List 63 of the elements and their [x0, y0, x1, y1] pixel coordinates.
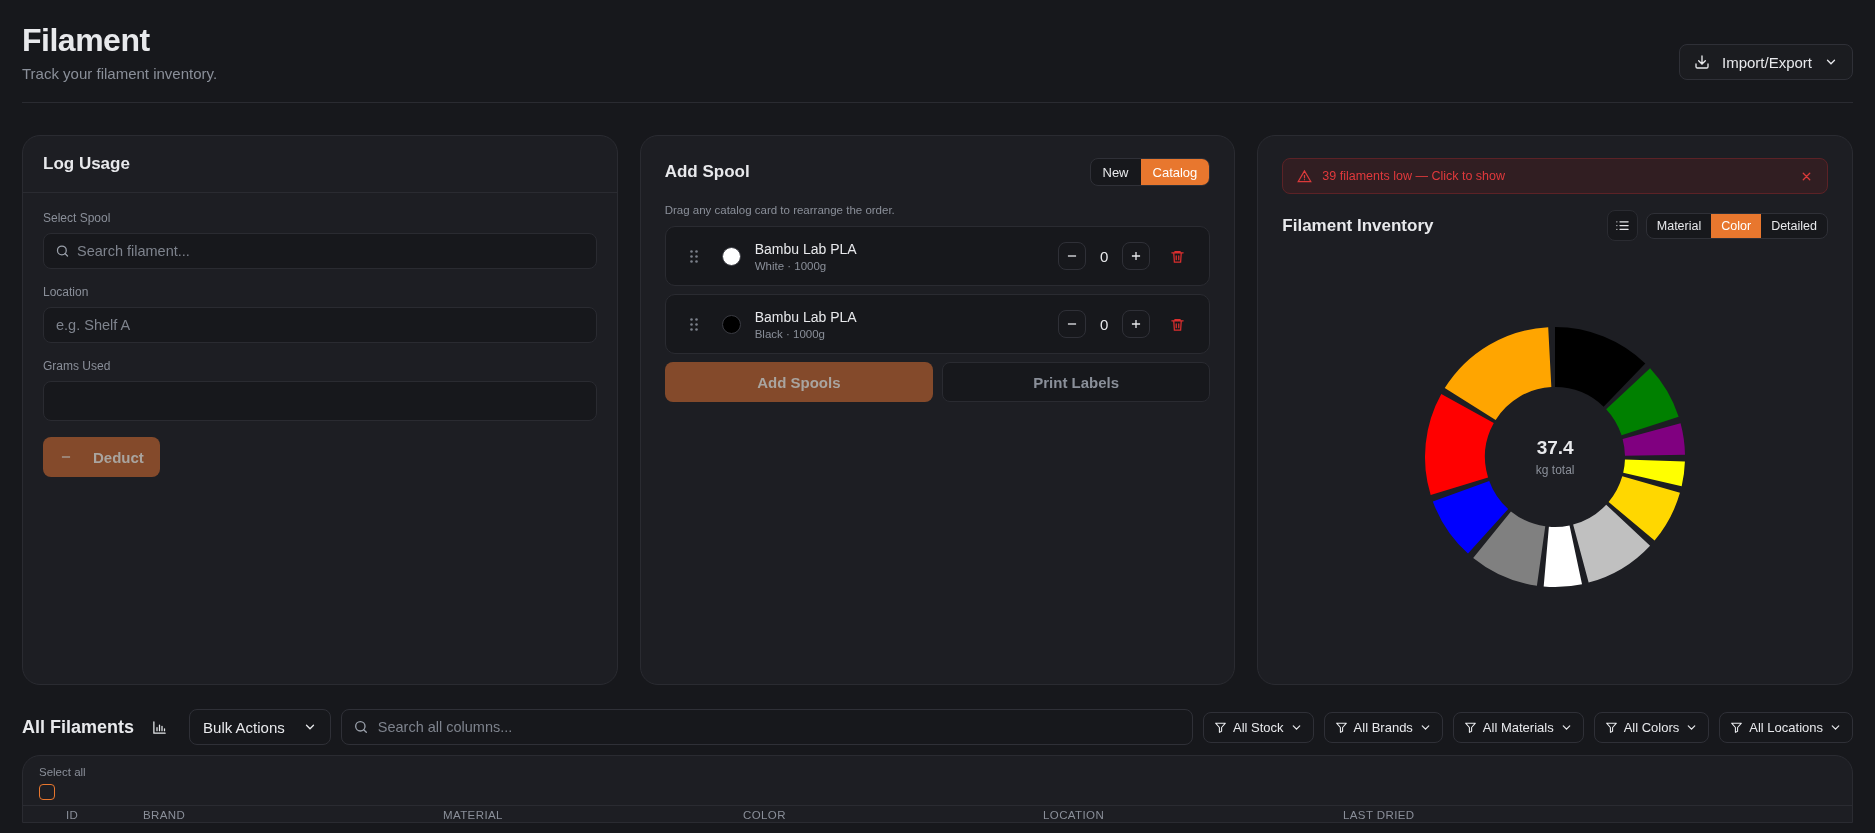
download-icon [1693, 54, 1710, 70]
field-label: Grams Used [43, 359, 112, 373]
total-unit: kg total [1535, 463, 1575, 477]
filter-dropdown[interactable]: All Brands [1323, 711, 1443, 743]
spool-card[interactable]: Bambu Lab PLA White · 1000g 0 [664, 226, 1211, 286]
table-search-field[interactable]: Search all columns... [340, 709, 1194, 745]
bulk-actions-dropdown[interactable]: Bulk Actions [189, 709, 331, 745]
page-title: Filament [22, 22, 151, 59]
quantity-value: 0 [1100, 315, 1109, 333]
search-icon [352, 719, 369, 735]
spool-name: Bambu Lab PLA [754, 240, 858, 257]
field-label: Select Spool [43, 211, 112, 225]
increment-button[interactable] [1122, 310, 1151, 338]
decrement-button[interactable] [1058, 242, 1086, 270]
filter-icon [1604, 720, 1618, 734]
card-title: Filament Inventory [1282, 215, 1434, 236]
drag-handle-icon[interactable] [689, 317, 698, 331]
view-tab[interactable]: Material [1646, 213, 1712, 238]
column-header[interactable]: LOCATION [1043, 809, 1343, 822]
filter-dropdown[interactable]: All Locations [1719, 711, 1853, 743]
spool-name: Bambu Lab PLA [754, 308, 858, 325]
search-field[interactable]: Search filament... [43, 233, 597, 269]
hint-text: Drag any catalog card to rearrange the order. [664, 204, 896, 216]
filter-icon [1730, 720, 1744, 734]
search-icon [55, 243, 70, 259]
spool-card[interactable]: Bambu Lab PLA Black · 1000g 0 [664, 294, 1211, 354]
column-header[interactable]: LAST DRIED [1343, 809, 1852, 822]
mode-tab[interactable]: New [1090, 159, 1141, 185]
increment-button[interactable] [1122, 242, 1151, 270]
low-stock-alert[interactable]: 39 filaments low — Click to show [1282, 158, 1828, 194]
quantity-value: 0 [1100, 247, 1109, 265]
list-view-button[interactable] [1606, 210, 1638, 241]
filter-dropdown[interactable]: All Stock [1203, 711, 1314, 743]
location-field[interactable]: e.g. Shelf A [43, 307, 597, 343]
column-header[interactable]: COLOR [743, 809, 1043, 822]
section-title: All Filaments [22, 716, 135, 738]
select-all-label: Select all [39, 766, 87, 778]
list-icon [1614, 218, 1630, 233]
card-title: Log Usage [43, 154, 131, 174]
spool-details: White · 1000g [754, 259, 828, 272]
warning-icon [1297, 168, 1313, 184]
trash-icon[interactable] [1170, 316, 1186, 332]
filter-icon [1334, 720, 1348, 734]
drag-handle-icon[interactable] [689, 249, 698, 263]
trash-icon[interactable] [1170, 248, 1186, 264]
filter-icon [1463, 720, 1477, 734]
page-subtitle: Track your filament inventory. [22, 65, 218, 82]
bar-chart-icon[interactable] [152, 719, 168, 735]
column-header[interactable]: BRAND [143, 809, 443, 822]
column-header[interactable]: ID [66, 809, 143, 822]
filter-dropdown[interactable]: All Colors [1593, 711, 1710, 743]
column-header[interactable]: MATERIAL [443, 809, 743, 822]
import-export-button[interactable]: Import/Export [1678, 44, 1853, 80]
select-all-checkbox[interactable] [39, 784, 55, 800]
filter-dropdown[interactable]: All Materials [1452, 711, 1584, 743]
alert-text: 39 filaments low — Click to show [1322, 169, 1507, 183]
field-label: Location [43, 285, 90, 299]
filter-icon [1214, 720, 1228, 734]
decrement-button[interactable] [1058, 310, 1086, 338]
view-tab[interactable]: Detailed [1761, 213, 1827, 238]
spool-details: Black · 1000g [754, 327, 826, 340]
card-title: Add Spool [664, 162, 750, 182]
total-value: 37.4 [1536, 437, 1574, 459]
